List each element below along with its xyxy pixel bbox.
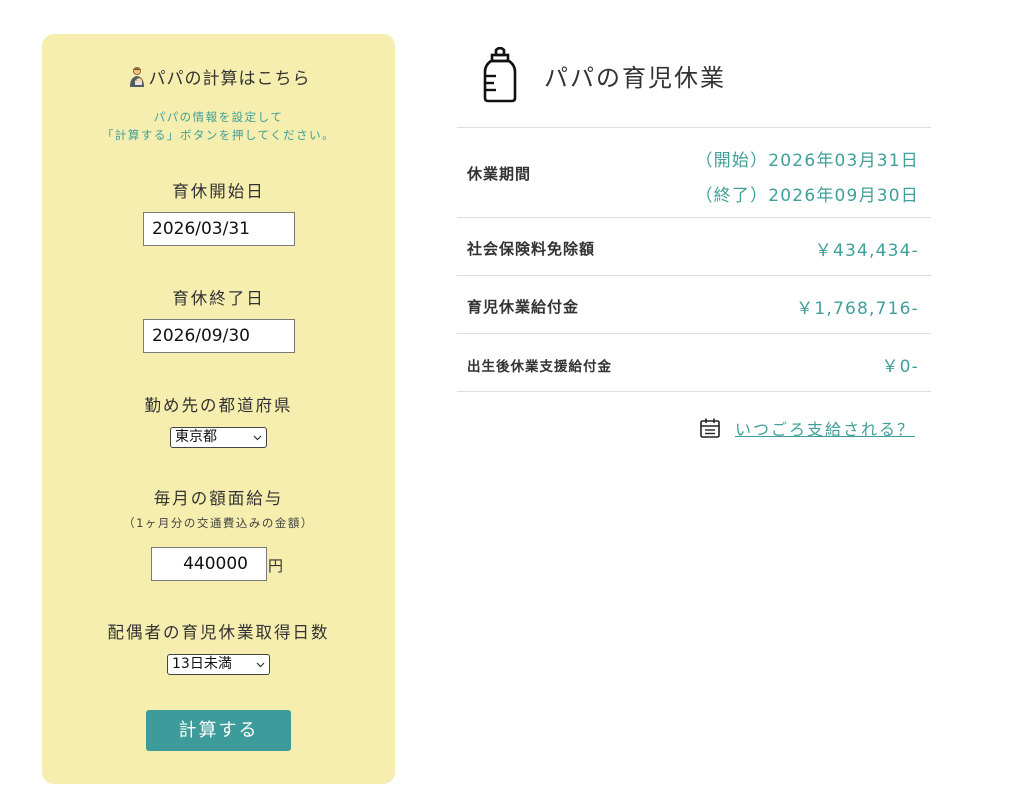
benefit-label: 育児休業給付金 <box>467 298 580 316</box>
result-row-benefit: 育児休業給付金 ￥1,768,716- <box>457 276 931 334</box>
result-row-period: 休業期間 （開始）2026年03月31日 （終了）2026年09月30日 <box>457 128 931 218</box>
spouse-leave-label: 配偶者の育児休業取得日数 <box>107 623 330 642</box>
result-row-insurance: 社会保険料免除額 ￥434,434- <box>457 218 931 276</box>
calendar-icon <box>700 418 720 438</box>
start-date-label: 育休開始日 <box>172 182 265 201</box>
payment-schedule-link[interactable]: いつごろ支給される？ <box>699 416 931 440</box>
end-date-input[interactable]: 2026/09/30 <box>143 319 295 353</box>
spouse-leave-selected: 13日未満 <box>172 656 232 672</box>
postbirth-value: ￥0- <box>881 357 919 377</box>
form-hint: パパの情報を設定して 「計算する」ボタンを押してください。 <box>42 108 395 144</box>
page: パパの計算はこちら パパの情報を設定して 「計算する」ボタンを押してください。 … <box>0 0 1024 808</box>
father-baby-icon <box>129 67 144 87</box>
start-date-input[interactable]: 2026/03/31 <box>143 212 295 246</box>
payment-schedule-link-text[interactable]: いつごろ支給される？ <box>735 416 915 440</box>
chevron-down-icon <box>253 435 262 441</box>
period-label: 休業期間 <box>467 165 532 183</box>
chevron-down-icon <box>256 662 265 668</box>
form-hint-line2: 「計算する」ボタンを押してください。 <box>101 128 336 142</box>
period-end-value: （終了）2026年09月30日 <box>695 186 919 206</box>
form-title-text: パパの計算はこちら <box>148 69 311 89</box>
calculation-form-panel: パパの計算はこちら パパの情報を設定して 「計算する」ボタンを押してください。 … <box>42 34 395 784</box>
result-title: パパの育児休業 <box>544 64 726 92</box>
form-hint-line1: パパの情報を設定して <box>153 110 284 124</box>
prefecture-label: 勤め先の都道府県 <box>144 396 293 415</box>
result-row-postbirth: 出生後休業支援給付金 ￥0- <box>457 334 931 392</box>
postbirth-label: 出生後休業支援給付金 <box>467 359 612 375</box>
baby-bottle-icon <box>483 47 517 103</box>
insurance-label: 社会保険料免除額 <box>467 240 596 258</box>
insurance-value: ￥434,434- <box>814 241 919 261</box>
prefecture-select[interactable]: 東京都 <box>170 427 267 448</box>
form-title: パパの計算はこちら <box>42 64 395 89</box>
salary-input[interactable]: 440000 <box>151 547 267 581</box>
calculate-button[interactable]: 計算する <box>146 710 291 751</box>
result-table: 休業期間 （開始）2026年03月31日 （終了）2026年09月30日 社会保… <box>457 127 931 392</box>
end-date-label: 育休終了日 <box>172 289 265 308</box>
spouse-leave-select[interactable]: 13日未満 <box>167 654 270 675</box>
period-start-value: （開始）2026年03月31日 <box>695 151 919 171</box>
salary-unit: 円 <box>268 557 284 575</box>
benefit-value: ￥1,768,716- <box>796 299 919 319</box>
salary-note: （1ヶ月分の交通費込みの金額） <box>123 516 314 530</box>
prefecture-selected: 東京都 <box>175 429 217 445</box>
salary-label: 毎月の額面給与 <box>153 489 284 508</box>
